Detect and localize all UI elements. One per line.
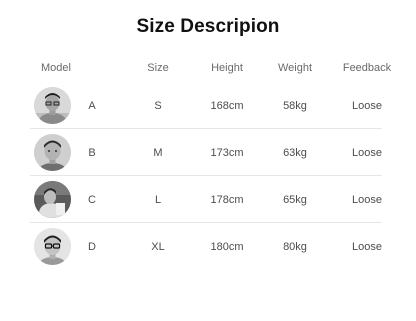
header-weight: Weight xyxy=(277,62,313,74)
cell-weight: 80kg xyxy=(283,240,307,253)
header-feedback: Feedback xyxy=(342,62,392,74)
cell-size: S xyxy=(154,99,162,112)
table-row: A S 168cm 58kg Loose xyxy=(30,82,382,129)
header-model: Model xyxy=(41,62,71,74)
cell-feedback: Loose xyxy=(352,99,382,112)
table-row: D XL 180cm 80kg Loose xyxy=(30,223,382,270)
page-title: Size Descripion xyxy=(136,16,280,37)
header-size: Size xyxy=(147,62,169,74)
table-row: C L 178cm 65kg Loose xyxy=(30,176,382,223)
table-row: B M 173cm 63kg Loose xyxy=(30,129,382,176)
cell-size: M xyxy=(153,146,163,159)
cell-size: XL xyxy=(151,240,165,253)
cell-weight: 58kg xyxy=(283,99,307,112)
cell-feedback: Loose xyxy=(352,146,382,159)
cell-weight: 65kg xyxy=(283,193,307,206)
cell-size: L xyxy=(154,193,162,206)
cell-weight: 63kg xyxy=(283,146,307,159)
cell-feedback: Loose xyxy=(352,193,382,206)
cell-feedback: Loose xyxy=(352,240,382,253)
